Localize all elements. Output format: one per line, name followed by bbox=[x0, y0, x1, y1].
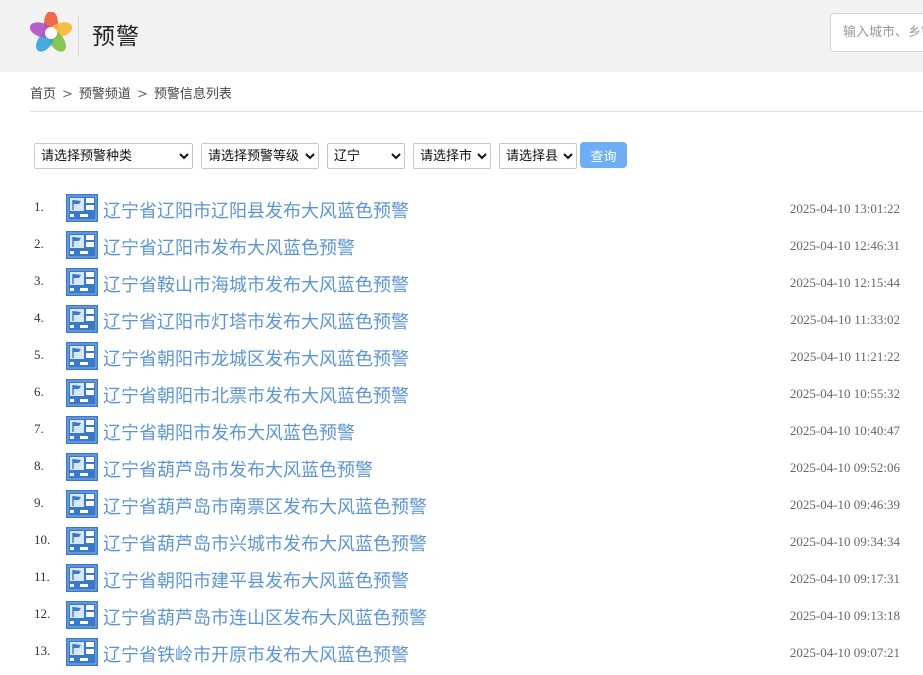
item-number: 4. bbox=[34, 310, 44, 325]
warning-time: 2025-04-10 11:21:22 bbox=[790, 349, 900, 364]
warning-time: 2025-04-10 10:55:32 bbox=[789, 386, 900, 401]
gale-blue-warning-icon bbox=[66, 564, 98, 592]
warning-time: 2025-04-10 12:15:44 bbox=[789, 275, 900, 290]
city-select[interactable]: 请选择市 bbox=[413, 143, 491, 169]
item-number: 10. bbox=[34, 532, 51, 547]
site-header: 预警 bbox=[0, 0, 923, 72]
warning-item: 11. 辽宁省朝阳市建平县发布大风蓝色预警 2025-04-10 09:17:3… bbox=[34, 563, 923, 600]
breadcrumb-separator: > bbox=[136, 87, 148, 102]
breadcrumb-home-link[interactable]: 首页 bbox=[30, 87, 56, 102]
warning-title-link[interactable]: 辽宁省朝阳市建平县发布大风蓝色预警 bbox=[103, 567, 409, 593]
warning-time: 2025-04-10 11:33:02 bbox=[790, 312, 900, 327]
warning-title-link[interactable]: 辽宁省葫芦岛市兴城市发布大风蓝色预警 bbox=[103, 530, 427, 556]
warning-time: 2025-04-10 09:13:18 bbox=[789, 608, 900, 623]
breadcrumb-channel-link[interactable]: 预警频道 bbox=[79, 87, 131, 102]
warning-title-link[interactable]: 辽宁省葫芦岛市连山区发布大风蓝色预警 bbox=[103, 604, 427, 630]
warning-time: 2025-04-10 09:46:39 bbox=[789, 497, 900, 512]
warning-item: 9. 辽宁省葫芦岛市南票区发布大风蓝色预警 2025-04-10 09:46:3… bbox=[34, 489, 923, 526]
gale-blue-warning-icon bbox=[66, 268, 98, 296]
warning-type-select[interactable]: 请选择预警种类 bbox=[34, 143, 193, 169]
gale-blue-warning-icon bbox=[66, 527, 98, 555]
gale-blue-warning-icon bbox=[66, 342, 98, 370]
warning-item: 6. 辽宁省朝阳市北票市发布大风蓝色预警 2025-04-10 10:55:32 bbox=[34, 378, 923, 415]
warning-time: 2025-04-10 10:40:47 bbox=[789, 423, 900, 438]
logo-divider bbox=[78, 16, 79, 56]
warning-item: 12. 辽宁省葫芦岛市连山区发布大风蓝色预警 2025-04-10 09:13:… bbox=[34, 600, 923, 637]
gale-blue-warning-icon bbox=[66, 453, 98, 481]
item-number: 12. bbox=[34, 606, 51, 621]
item-number: 8. bbox=[34, 458, 44, 473]
gale-blue-warning-icon bbox=[66, 305, 98, 333]
gale-blue-warning-icon bbox=[66, 416, 98, 444]
item-number: 9. bbox=[34, 495, 44, 510]
warning-title-link[interactable]: 辽宁省朝阳市龙城区发布大风蓝色预警 bbox=[103, 345, 409, 371]
site-logo-icon[interactable] bbox=[30, 12, 72, 54]
gale-blue-warning-icon bbox=[66, 638, 98, 666]
gale-blue-warning-icon bbox=[66, 601, 98, 629]
warning-item: 5. 辽宁省朝阳市龙城区发布大风蓝色预警 2025-04-10 11:21:22 bbox=[34, 341, 923, 378]
warning-item: 2. 辽宁省辽阳市发布大风蓝色预警 2025-04-10 12:46:31 bbox=[34, 230, 923, 267]
warning-time: 2025-04-10 09:52:06 bbox=[789, 460, 900, 475]
item-number: 11. bbox=[34, 569, 50, 584]
item-number: 2. bbox=[34, 236, 44, 251]
divider bbox=[30, 111, 923, 112]
item-number: 13. bbox=[34, 643, 51, 658]
warning-time: 2025-04-10 09:34:34 bbox=[789, 534, 900, 549]
warning-title-link[interactable]: 辽宁省铁岭市开原市发布大风蓝色预警 bbox=[103, 641, 409, 667]
warning-item: 10. 辽宁省葫芦岛市兴城市发布大风蓝色预警 2025-04-10 09:34:… bbox=[34, 526, 923, 563]
warning-item: 4. 辽宁省辽阳市灯塔市发布大风蓝色预警 2025-04-10 11:33:02 bbox=[34, 304, 923, 341]
warning-time: 2025-04-10 12:46:31 bbox=[789, 238, 900, 253]
warning-title-link[interactable]: 辽宁省辽阳市发布大风蓝色预警 bbox=[103, 234, 355, 260]
breadcrumb-current: 预警信息列表 bbox=[153, 87, 232, 102]
city-search-input[interactable] bbox=[830, 13, 923, 52]
gale-blue-warning-icon bbox=[66, 231, 98, 259]
item-number: 3. bbox=[34, 273, 44, 288]
warning-item: 7. 辽宁省朝阳市发布大风蓝色预警 2025-04-10 10:40:47 bbox=[34, 415, 923, 452]
county-select[interactable]: 请选择县 bbox=[499, 143, 577, 169]
warning-item: 1. 辽宁省辽阳市辽阳县发布大风蓝色预警 2025-04-10 13:01:22 bbox=[34, 193, 923, 230]
warning-title-link[interactable]: 辽宁省葫芦岛市南票区发布大风蓝色预警 bbox=[103, 493, 427, 519]
warning-list: 1. 辽宁省辽阳市辽阳县发布大风蓝色预警 2025-04-10 13:01:22… bbox=[34, 193, 923, 674]
item-number: 1. bbox=[34, 199, 44, 214]
warning-item: 8. 辽宁省葫芦岛市发布大风蓝色预警 2025-04-10 09:52:06 bbox=[34, 452, 923, 489]
warning-item: 13. 辽宁省铁岭市开原市发布大风蓝色预警 2025-04-10 09:07:2… bbox=[34, 637, 923, 674]
warning-item: 3. 辽宁省鞍山市海城市发布大风蓝色预警 2025-04-10 12:15:44 bbox=[34, 267, 923, 304]
warning-title-link[interactable]: 辽宁省葫芦岛市发布大风蓝色预警 bbox=[103, 456, 373, 482]
gale-blue-warning-icon bbox=[66, 194, 98, 222]
item-number: 6. bbox=[34, 384, 44, 399]
breadcrumb-separator: > bbox=[62, 87, 73, 102]
warning-title-link[interactable]: 辽宁省朝阳市发布大风蓝色预警 bbox=[103, 419, 355, 445]
page-title: 预警 bbox=[92, 24, 140, 50]
query-button[interactable]: 查询 bbox=[580, 142, 627, 168]
warning-title-link[interactable]: 辽宁省鞍山市海城市发布大风蓝色预警 bbox=[103, 271, 409, 297]
warning-title-link[interactable]: 辽宁省辽阳市辽阳县发布大风蓝色预警 bbox=[103, 197, 409, 223]
warning-title-link[interactable]: 辽宁省朝阳市北票市发布大风蓝色预警 bbox=[103, 382, 409, 408]
warning-time: 2025-04-10 09:07:21 bbox=[789, 645, 900, 660]
warning-time: 2025-04-10 09:17:31 bbox=[789, 571, 900, 586]
gale-blue-warning-icon bbox=[66, 379, 98, 407]
breadcrumb: 首页 > 预警频道 > 预警信息列表 bbox=[30, 83, 232, 102]
item-number: 5. bbox=[34, 347, 44, 362]
item-number: 7. bbox=[34, 421, 44, 436]
warning-level-select[interactable]: 请选择预警等级 bbox=[201, 143, 319, 169]
warning-title-link[interactable]: 辽宁省辽阳市灯塔市发布大风蓝色预警 bbox=[103, 308, 409, 334]
province-select[interactable]: 辽宁 bbox=[327, 143, 405, 169]
warning-time: 2025-04-10 13:01:22 bbox=[789, 201, 900, 216]
gale-blue-warning-icon bbox=[66, 490, 98, 518]
